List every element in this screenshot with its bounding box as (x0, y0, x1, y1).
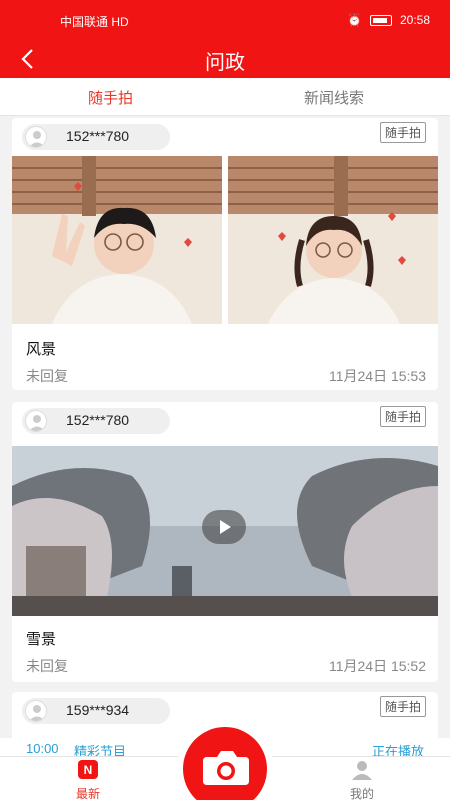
reply-status: 未回复 (26, 368, 68, 384)
category-tag: 随手拍 (379, 122, 426, 143)
camera-icon (203, 751, 249, 785)
play-button[interactable] (202, 510, 246, 544)
nav-mine[interactable]: 我的 (332, 759, 392, 800)
post-time: 11月24日 15:53 (328, 368, 426, 384)
post-photo[interactable] (12, 156, 222, 324)
post-title: 风景 (26, 341, 57, 358)
post-video[interactable] (12, 446, 438, 616)
tab-snapshot[interactable]: 随手拍 (88, 87, 133, 108)
post-time: 11月24日 15:52 (328, 658, 426, 674)
nav-latest[interactable]: N 最新 (58, 759, 118, 800)
user-pill: 152***780 (22, 124, 170, 150)
username: 159***934 (66, 702, 130, 718)
category-tag: 随手拍 (379, 406, 426, 427)
post-card[interactable]: 152***780 随手拍 雪景 未回复 11月24日 15:52 (12, 402, 438, 682)
nav-latest-label: 最新 (75, 787, 100, 800)
post-card[interactable]: 152***780 随手拍 风景 未回复 11月24日 15:53 (12, 118, 438, 390)
avatar-icon (25, 410, 47, 432)
play-icon (220, 520, 231, 534)
post-title: 雪景 (26, 631, 57, 648)
top-nav-bar: 问政 (0, 40, 450, 78)
user-pill: 159***934 (22, 698, 170, 724)
user-icon (352, 761, 372, 780)
battery-icon (369, 14, 392, 26)
program-time: 10:00 (26, 741, 59, 756)
user-pill: 152***780 (22, 408, 170, 434)
camera-button[interactable] (183, 727, 267, 800)
status-icons: ⏰ 20:58 (347, 13, 430, 27)
news-app-icon: N (78, 760, 98, 779)
tab-bar: 随手拍 新闻线索 (0, 78, 450, 116)
tab-news-tips[interactable]: 新闻线索 (304, 87, 364, 108)
nav-mine-label: 我的 (349, 787, 374, 800)
username: 152***780 (66, 128, 130, 144)
carrier-label: 中国联通 HD (60, 15, 129, 29)
alarm-icon: ⏰ (347, 13, 362, 27)
status-bar: 中国联通 HD ⏰ 20:58 (0, 0, 450, 40)
nav-latest-badge: N (84, 763, 93, 777)
reply-status: 未回复 (26, 658, 68, 674)
clock-label: 20:58 (399, 13, 430, 27)
post-photo[interactable] (228, 156, 438, 324)
username: 152***780 (66, 412, 130, 428)
page-title: 问政 (205, 52, 245, 74)
category-tag: 随手拍 (379, 696, 426, 717)
avatar-icon (25, 700, 47, 722)
avatar-icon (25, 126, 47, 148)
